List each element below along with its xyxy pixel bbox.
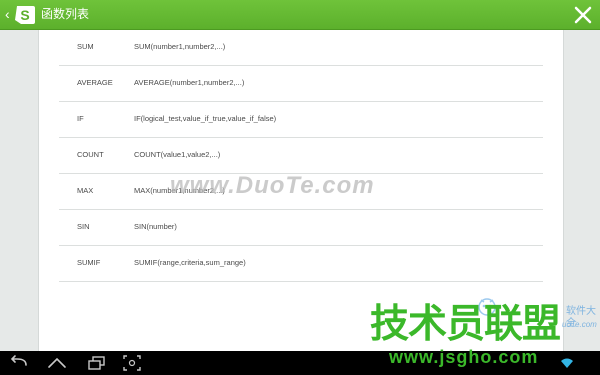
recent-apps-icon[interactable]	[86, 354, 108, 372]
title-bar: ‹ S 函数列表	[0, 0, 600, 30]
site-logo-watermark: 技术员联盟	[370, 303, 561, 346]
duote-watermark: www.DuoTe.com	[170, 172, 375, 199]
function-name: AVERAGE	[77, 78, 113, 87]
function-row-average[interactable]: AVERAGE AVERAGE(number1,number2,...)	[59, 66, 543, 102]
function-name: SUMIF	[77, 258, 101, 267]
function-syntax: AVERAGE(number1,number2,...)	[134, 78, 245, 87]
function-syntax: IF(logical_test,value_if_true,value_if_f…	[134, 114, 277, 123]
screenshot-icon[interactable]	[122, 354, 142, 372]
function-syntax: SUM(number1,number2,...)	[134, 42, 226, 51]
function-name: SUM	[77, 42, 94, 51]
function-name: SIN	[77, 222, 90, 231]
function-row-count[interactable]: COUNT COUNT(value1,value2,...)	[59, 138, 543, 174]
function-row-sumif[interactable]: SUMIF SUMIF(range,criteria,sum_range)	[59, 246, 543, 282]
faint-watermark-url: uoTe.com	[562, 320, 597, 329]
wifi-icon	[561, 358, 573, 368]
back-icon[interactable]	[8, 354, 30, 372]
close-icon[interactable]	[570, 2, 596, 28]
function-name: COUNT	[77, 150, 104, 159]
function-row-sin[interactable]: SIN SIN(number)	[59, 210, 543, 246]
function-row-sum[interactable]: SUM SUM(number1,number2,...)	[59, 30, 543, 66]
function-row-if[interactable]: IF IF(logical_test,value_if_true,value_i…	[59, 102, 543, 138]
logo-letter: S	[20, 7, 29, 23]
app-logo-icon[interactable]: S	[13, 3, 37, 27]
function-syntax: COUNT(value1,value2,...)	[134, 150, 221, 159]
back-chevron-icon[interactable]: ‹	[5, 6, 10, 22]
page-title: 函数列表	[41, 7, 90, 21]
home-icon[interactable]	[46, 354, 68, 372]
function-name: IF	[77, 114, 84, 123]
function-syntax: SUMIF(range,criteria,sum_range)	[134, 258, 246, 267]
function-name: MAX	[77, 186, 94, 195]
function-syntax: SIN(number)	[134, 222, 177, 231]
site-url-watermark: www.jsgho.com	[389, 347, 539, 367]
